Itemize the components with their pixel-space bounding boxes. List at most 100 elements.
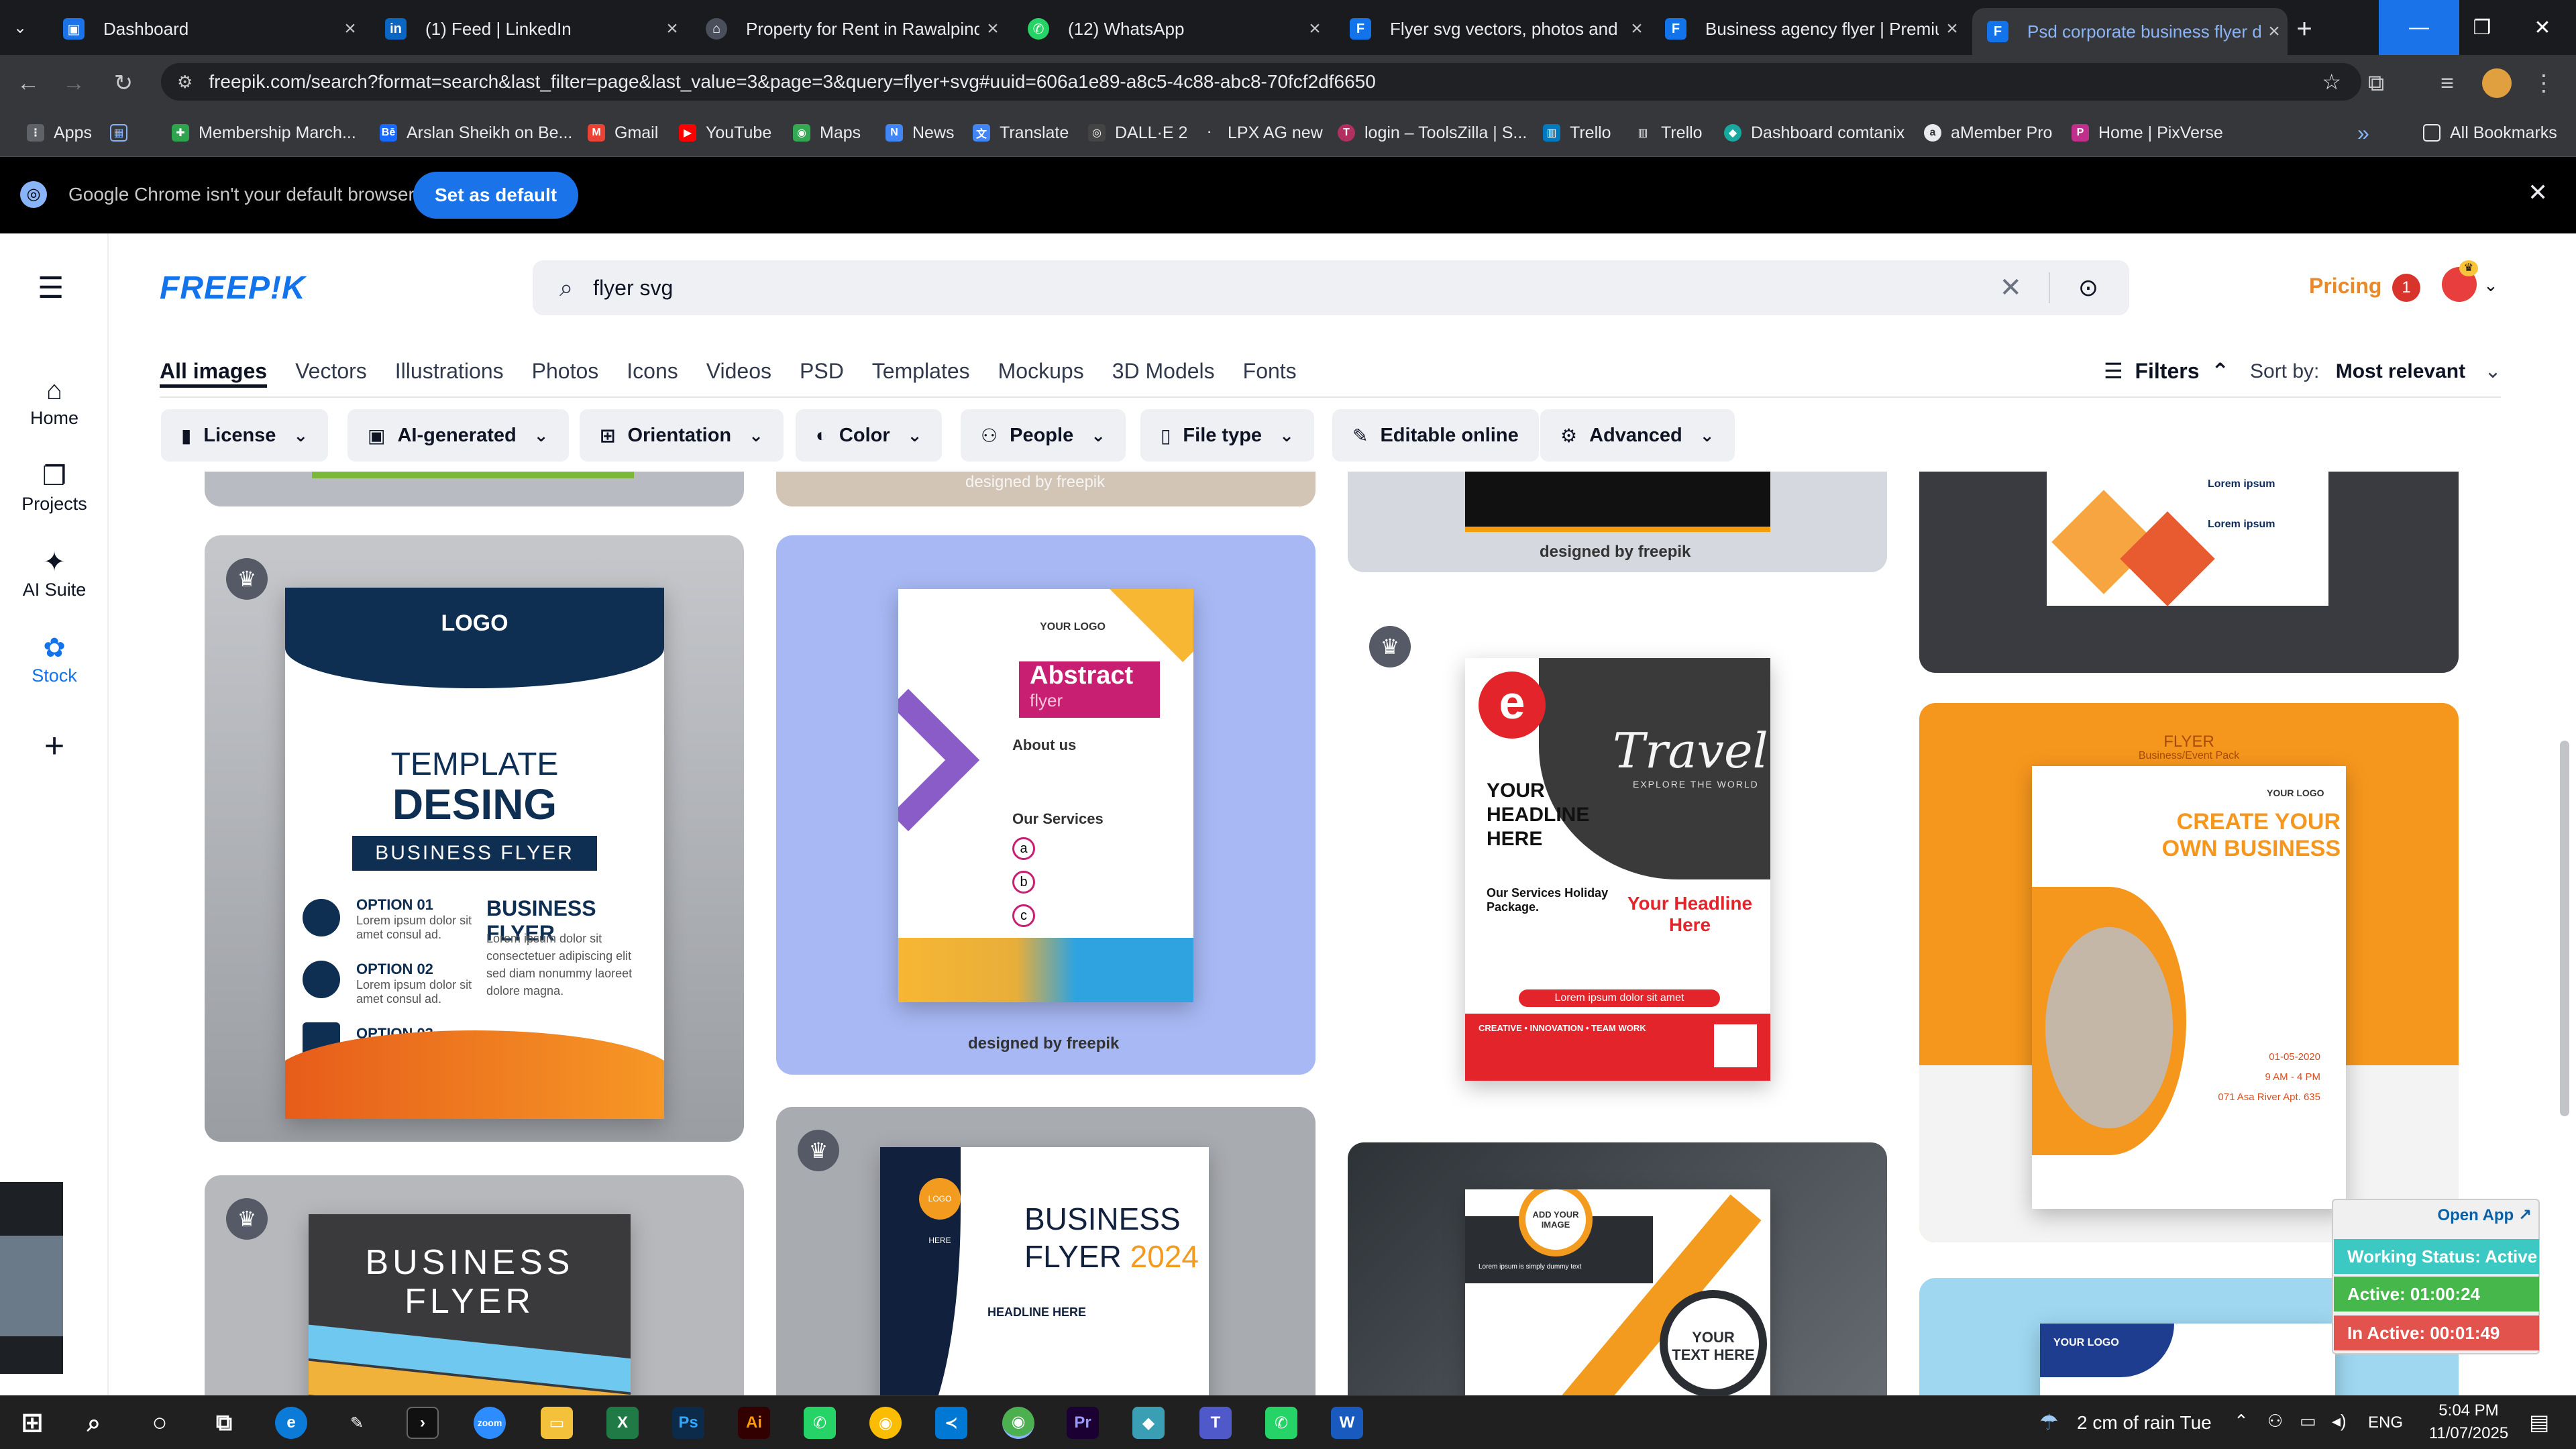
pen-icon[interactable]: ✎ — [341, 1407, 373, 1439]
reload-icon[interactable]: ↻ — [109, 68, 138, 98]
more-bookmarks-icon[interactable]: » — [2357, 121, 2369, 145]
side-preview-thumbnail[interactable] — [0, 1182, 63, 1374]
bookmark-toolszilla[interactable]: Tlogin – ToolsZilla | S... — [1338, 121, 1527, 145]
premiere-pro-icon[interactable]: Pr — [1067, 1407, 1099, 1439]
tab-templates[interactable]: Templates — [872, 354, 970, 388]
tab-3d-models[interactable]: 3D Models — [1112, 354, 1215, 388]
tab-linkedin[interactable]: in (1) Feed | LinkedIn × — [370, 8, 686, 50]
language-indicator[interactable]: ENG — [2368, 1413, 2403, 1432]
filter-ai-generated[interactable]: ▣ AI-generated ⌄ — [347, 409, 569, 462]
sidebar-item-home[interactable]: ⌂ Home — [0, 373, 109, 429]
photoshop-icon[interactable]: Ps — [672, 1407, 704, 1439]
tab-business-agency[interactable]: F Business agency flyer | Premium × — [1650, 8, 1966, 50]
bookmark-comtanix[interactable]: ◆ Dashboard comtanix — [1724, 121, 1904, 145]
bookmark-translate[interactable]: 文 Translate — [973, 121, 1069, 145]
edge-icon[interactable]: e — [275, 1407, 307, 1439]
tab-illustrations[interactable]: Illustrations — [395, 354, 504, 388]
bookmark-grid[interactable]: ▦ — [110, 121, 137, 145]
close-tab-icon[interactable]: × — [337, 17, 364, 40]
camera-search-icon[interactable]: ⊙ — [2078, 274, 2098, 302]
bookmark-amember[interactable]: a aMember Pro — [1924, 121, 2052, 145]
tab-fonts[interactable]: Fonts — [1243, 354, 1297, 388]
bookmark-news[interactable]: N News — [885, 121, 955, 145]
tab-dashboard[interactable]: ▣ Dashboard × — [48, 8, 364, 50]
filter-people[interactable]: ⚇ People ⌄ — [961, 409, 1126, 462]
bookmark-maps[interactable]: ◉ Maps — [793, 121, 861, 145]
clear-search-icon[interactable]: ✕ — [1999, 272, 2022, 303]
freepik-logo[interactable]: FREEP!K — [160, 270, 306, 307]
close-tab-icon[interactable]: × — [979, 17, 1006, 40]
close-tab-icon[interactable]: × — [1939, 17, 1966, 40]
filter-orientation[interactable]: ⊞ Orientation ⌄ — [580, 409, 784, 462]
teams-icon[interactable]: T — [1199, 1407, 1232, 1439]
chrome-menu-icon[interactable]: ⋮ — [2529, 68, 2559, 98]
notification-badge[interactable]: 1 — [2392, 274, 2420, 302]
whatsapp-icon[interactable]: ✆ — [804, 1407, 836, 1439]
zoom-icon[interactable]: zoom — [474, 1407, 506, 1439]
extensions-icon[interactable]: ⧉ — [2361, 68, 2391, 98]
tab-psd[interactable]: PSD — [800, 354, 844, 388]
file-explorer-icon[interactable]: ▭ — [541, 1407, 573, 1439]
illustrator-icon[interactable]: Ai — [738, 1407, 770, 1439]
network-icon[interactable]: ▭ — [2300, 1411, 2316, 1432]
tab-all-images[interactable]: All images — [160, 354, 268, 388]
close-tab-icon[interactable]: × — [659, 17, 686, 40]
result-card-business-flyer[interactable]: ♛ BUSINESS FLYER — [205, 1175, 744, 1395]
result-card[interactable]: designed by freepik — [776, 472, 1316, 506]
terminal-icon[interactable]: › — [407, 1407, 439, 1439]
bookmark-dalle[interactable]: ◎ DALL·E 2 — [1088, 121, 1187, 145]
filter-advanced[interactable]: ⚙ Advanced ⌄ — [1540, 409, 1735, 462]
tab-mockups[interactable]: Mockups — [998, 354, 1084, 388]
filter-license[interactable]: ▮ License ⌄ — [161, 409, 329, 462]
result-card-add-image[interactable]: ADD YOUR IMAGE Lorem ipsum is simply dum… — [1348, 1142, 1887, 1395]
tab-whatsapp[interactable]: ✆ (12) WhatsApp × — [1013, 8, 1328, 50]
result-card[interactable]: designed by freepik — [1348, 472, 1887, 572]
back-icon[interactable]: ← — [13, 68, 43, 98]
weather-text[interactable]: 2 cm of rain Tue — [2077, 1412, 2212, 1434]
tray-chevron-icon[interactable]: ⌃ — [2234, 1411, 2249, 1432]
close-window-button[interactable]: ✕ — [2502, 0, 2576, 55]
open-app-link[interactable]: Open App ↗ — [2333, 1205, 2538, 1225]
result-card[interactable]: Lorem ipsum Lorem ipsum — [1919, 472, 2459, 673]
result-card-abstract[interactable]: YOUR LOGO Abstract flyer About us Our Se… — [776, 535, 1316, 1075]
result-card-create-business[interactable]: FLYER Business/Event Pack YOUR LOGO CREA… — [1919, 703, 2459, 1242]
tab-icons[interactable]: Icons — [627, 354, 678, 388]
page-scrollbar-thumb[interactable] — [2560, 741, 2569, 1116]
bookmark-youtube[interactable]: ▶ YouTube — [679, 121, 771, 145]
tab-freepik-search[interactable]: F Flyer svg vectors, photos and P × — [1335, 8, 1650, 50]
chrome-profile-icon[interactable]: ◉ — [1002, 1407, 1034, 1439]
site-info-icon[interactable]: ⚙ — [177, 72, 193, 93]
tab-search-icon[interactable]: ⌄ — [0, 0, 40, 55]
close-tab-icon[interactable]: × — [1301, 17, 1328, 40]
filter-editable-online[interactable]: ✎ Editable online — [1332, 409, 1539, 462]
close-banner-icon[interactable]: ✕ — [2528, 178, 2548, 207]
pricing-link[interactable]: Pricing — [2309, 274, 2381, 299]
bookmark-behance[interactable]: Bē Arslan Sheikh on Be... — [380, 121, 572, 145]
volume-icon[interactable]: ◂) — [2332, 1411, 2347, 1432]
search-icon[interactable]: ⌕ — [78, 1407, 110, 1439]
sort-dropdown[interactable]: Sort by: Most relevant ⌄ — [2250, 360, 2502, 383]
clock-date[interactable]: 11/07/2025 — [2415, 1424, 2522, 1443]
tab-photos[interactable]: Photos — [532, 354, 599, 388]
tab-vectors[interactable]: Vectors — [295, 354, 367, 388]
tab-videos[interactable]: Videos — [706, 354, 771, 388]
profile-avatar[interactable] — [2482, 68, 2512, 98]
new-tab-button[interactable]: + — [2288, 12, 2321, 46]
tab-property[interactable]: ⌂ Property for Rent in Rawalpindi × — [691, 8, 1006, 50]
word-icon[interactable]: W — [1331, 1407, 1363, 1439]
all-bookmarks[interactable]: All Bookmarks — [2423, 121, 2557, 145]
search-bar[interactable]: ⌕ flyer svg ✕ ⊙ — [533, 260, 2129, 315]
clock-time[interactable]: 5:04 PM — [2428, 1401, 2509, 1420]
app-icon[interactable]: ◆ — [1132, 1407, 1165, 1439]
address-bar[interactable]: ⚙ freepik.com/search?format=search&last_… — [161, 63, 2361, 101]
vscode-icon[interactable]: ≺ — [935, 1407, 967, 1439]
notifications-icon[interactable]: ▤ — [2529, 1409, 2549, 1435]
cortana-icon[interactable]: ○ — [144, 1407, 176, 1439]
search-input[interactable]: flyer svg — [593, 276, 673, 301]
bookmark-star-icon[interactable]: ☆ — [2322, 69, 2341, 95]
result-card[interactable] — [205, 472, 744, 506]
tab-psd-corporate[interactable]: F Psd corporate business flyer de × — [1972, 8, 2288, 55]
task-view-icon[interactable]: ⧉ — [208, 1407, 240, 1439]
result-card-business-flyer-2024[interactable]: ♛ LOGO HERE BUSINESS FLYER 2024 HEADLINE… — [776, 1107, 1316, 1395]
forward-icon[interactable]: → — [59, 68, 89, 98]
